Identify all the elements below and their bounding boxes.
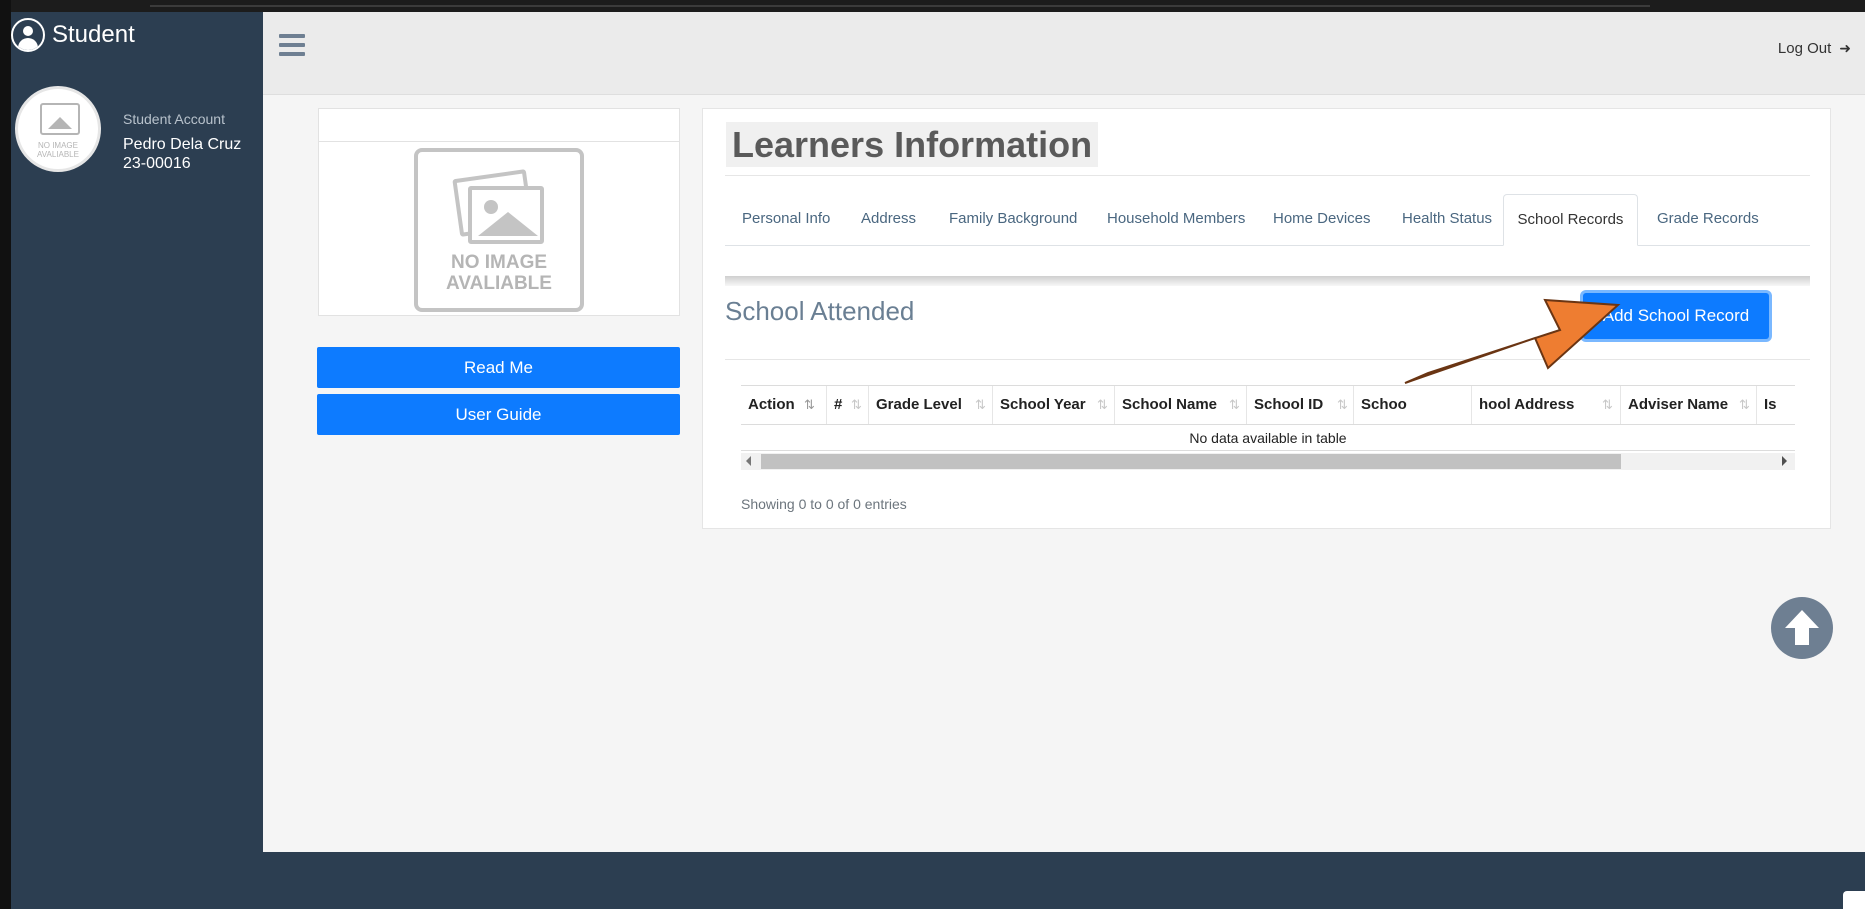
user-profile: NO IMAGE AVALIABLE Student Account Pedro… [15, 86, 255, 186]
brand-title: Student [52, 21, 135, 48]
sort-asc-icon: ⇅ [804, 397, 815, 412]
logout-label: Log Out [1777, 40, 1832, 57]
sort-icon: ⇅ [1602, 397, 1613, 412]
tab-household-members[interactable]: Household Members [1107, 194, 1245, 246]
scroll-right-icon[interactable] [1782, 456, 1787, 466]
footer [11, 852, 1865, 909]
scroll-left-icon[interactable] [746, 456, 751, 466]
column-school-address[interactable]: hool Address ⇅ [1472, 386, 1621, 424]
add-school-record-button[interactable]: Add School Record [1583, 293, 1769, 339]
column-grade-level[interactable]: Grade Level ⇅ [869, 386, 993, 424]
top-header: Log Out ➜ [263, 12, 1865, 95]
sort-icon: ⇅ [1739, 397, 1750, 412]
profile-id: 23-00016 [123, 155, 191, 172]
tab-health-status[interactable]: Health Status [1402, 194, 1492, 246]
sign-out-icon: ➜ [1839, 40, 1851, 56]
learners-information-card: Learners Information Personal Info Addre… [702, 108, 1831, 529]
profile-role: Student Account [123, 111, 225, 127]
tab-home-devices[interactable]: Home Devices [1273, 194, 1371, 246]
table-header: Action ⇅ # ⇅ Grade Level ⇅ School Year ⇅ Sch… [741, 385, 1795, 425]
no-image-placeholder: NO IMAGE AVALIABLE [414, 148, 584, 312]
tab-address[interactable]: Address [861, 194, 916, 246]
tab-family-background[interactable]: Family Background [949, 194, 1077, 246]
column-school-type[interactable]: Schoo [1354, 386, 1472, 424]
avatar-placeholder-text: NO IMAGE AVALIABLE [37, 141, 79, 159]
screen-top-bar [0, 0, 1865, 12]
brand[interactable]: Student [11, 17, 135, 53]
page-title: Learners Information [726, 122, 1099, 167]
tab-school-records[interactable]: School Records [1503, 194, 1638, 246]
school-records-table: Action ⇅ # ⇅ Grade Level ⇅ School Year ⇅ Sch… [741, 385, 1795, 480]
no-image-text: NO IMAGE AVALIABLE [446, 252, 552, 294]
table-info: Showing 0 to 0 of 0 entries [741, 496, 907, 512]
column-school-id[interactable]: School ID ⇅ [1247, 386, 1354, 424]
read-me-button[interactable]: Read Me [317, 347, 680, 388]
tab-grade-records[interactable]: Grade Records [1657, 194, 1759, 246]
tab-bar: Personal Info Address Family Background … [725, 194, 1810, 246]
sort-icon: ⇅ [1229, 397, 1240, 412]
main-content: NO IMAGE AVALIABLE Read Me User Guide Le… [263, 95, 1865, 852]
column-action[interactable]: Action ⇅ [741, 386, 827, 424]
user-guide-button[interactable]: User Guide [317, 394, 680, 435]
sort-icon: ⇅ [1097, 397, 1108, 412]
column-adviser-name[interactable]: Adviser Name ⇅ [1621, 386, 1757, 424]
tab-personal-info[interactable]: Personal Info [742, 194, 830, 246]
scrollbar-thumb[interactable] [761, 454, 1621, 469]
user-circle-icon [11, 18, 45, 52]
column-school-year[interactable]: School Year ⇅ [993, 386, 1115, 424]
column-is[interactable]: Is [1757, 386, 1795, 424]
sort-icon: ⇅ [975, 397, 986, 412]
empty-table-message: No data available in table [741, 425, 1795, 451]
sort-icon: ⇅ [1337, 397, 1348, 412]
image-placeholder-icon [452, 169, 544, 244]
avatar: NO IMAGE AVALIABLE [15, 86, 101, 172]
column-number[interactable]: # ⇅ [827, 386, 869, 424]
horizontal-scrollbar[interactable] [741, 453, 1795, 470]
profile-name: Pedro Dela Cruz [123, 136, 242, 153]
hamburger-icon[interactable] [279, 34, 305, 56]
arrow-up-icon [1785, 610, 1819, 645]
section-title: School Attended [725, 296, 915, 326]
screen-left-edge [0, 0, 11, 909]
column-school-name[interactable]: School Name ⇅ [1115, 386, 1247, 424]
image-placeholder-icon [40, 103, 80, 135]
logout-link[interactable]: Log Out ➜ [1778, 40, 1851, 57]
photo-card: NO IMAGE AVALIABLE [318, 108, 680, 316]
sort-icon: ⇅ [851, 397, 862, 412]
scroll-to-top-button[interactable] [1771, 597, 1833, 659]
